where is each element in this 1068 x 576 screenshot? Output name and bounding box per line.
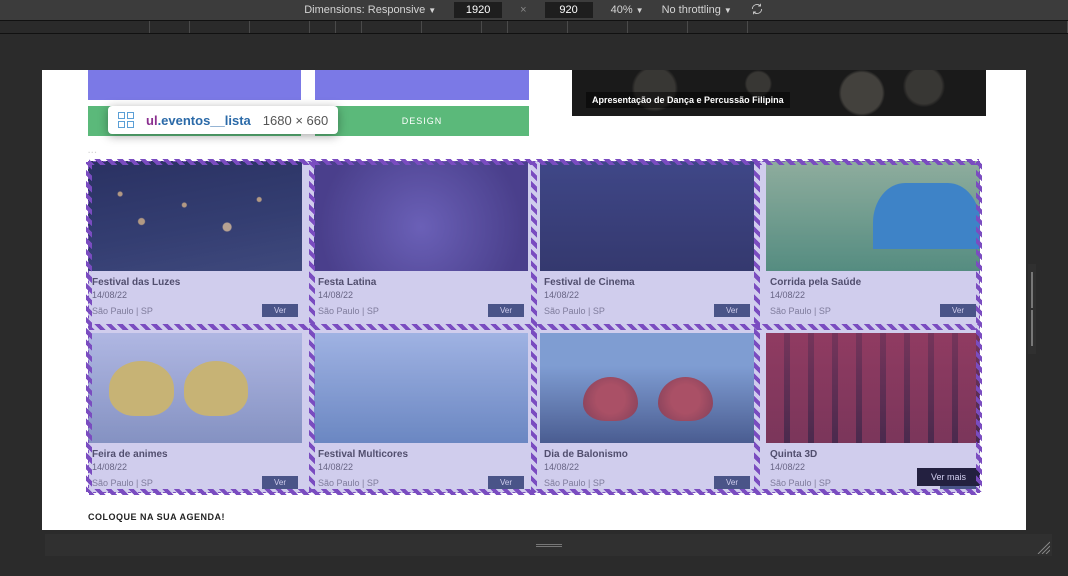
event-thumb [88, 161, 302, 271]
viewport-resize-handle-corner[interactable] [1036, 540, 1050, 554]
ver-button[interactable]: Ver [714, 304, 750, 317]
ver-mais-button[interactable]: Ver mais [917, 468, 980, 486]
event-card[interactable]: Festival de Cinema 14/08/22 São Paulo | S… [540, 161, 754, 321]
zoom-dropdown[interactable]: 40%▼ [611, 4, 644, 16]
event-date: 14/08/22 [92, 290, 127, 300]
ver-button[interactable]: Ver [940, 304, 976, 317]
event-card[interactable]: Corrida pela Saúde 14/08/22 São Paulo | S… [766, 161, 980, 321]
section-title: ··· [42, 142, 1026, 161]
ver-button[interactable]: Ver [262, 476, 298, 489]
event-title: Festival de Cinema [544, 277, 750, 288]
event-date: 14/08/22 [318, 290, 353, 300]
event-title: Festival das Luzes [92, 277, 298, 288]
viewport-resize-handle-bottom[interactable] [45, 534, 1052, 556]
category-design-button[interactable]: DESIGN [315, 106, 528, 136]
event-thumb [314, 333, 528, 443]
event-thumb [88, 333, 302, 443]
chevron-down-icon: ▼ [724, 6, 732, 15]
hero-banner[interactable]: Apresentação de Dança e Percussão Filipi… [572, 70, 986, 116]
event-thumb [314, 161, 528, 271]
category-button[interactable] [315, 70, 528, 100]
dimensions-dropdown[interactable]: Dimensions: Responsive▼ [304, 4, 436, 16]
rotate-icon[interactable] [750, 2, 764, 19]
hero-caption: Apresentação de Dança e Percussão Filipi… [586, 92, 790, 108]
viewport-height-input[interactable] [545, 2, 593, 18]
element-inspect-tooltip: ul.eventos__lista 1680 × 660 [108, 106, 338, 134]
event-location: São Paulo | SP [770, 478, 831, 488]
ver-button[interactable]: Ver [262, 304, 298, 317]
ver-button[interactable]: Ver [488, 476, 524, 489]
event-location: São Paulo | SP [770, 306, 831, 316]
event-location: São Paulo | SP [92, 478, 153, 488]
chevron-down-icon: ▼ [636, 6, 644, 15]
grid-icon [118, 112, 134, 128]
tooltip-selector: ul.eventos__lista [146, 113, 251, 128]
category-button[interactable] [88, 70, 301, 100]
event-title: Festival Multicores [318, 449, 524, 460]
event-location: São Paulo | SP [318, 478, 379, 488]
throttling-dropdown[interactable]: No throttling▼ [662, 4, 732, 16]
event-date: 14/08/22 [544, 290, 579, 300]
times-label: × [520, 4, 526, 16]
devtools-device-toolbar: Dimensions: Responsive▼ × 40%▼ No thrott… [0, 0, 1068, 20]
ver-button[interactable]: Ver [714, 476, 750, 489]
ver-button[interactable]: Ver [488, 304, 524, 317]
event-thumb [540, 161, 754, 271]
event-card[interactable]: Festival das Luzes 14/08/22 São Paulo | S… [88, 161, 302, 321]
viewport-width-input[interactable] [454, 2, 502, 18]
event-location: São Paulo | SP [544, 306, 605, 316]
event-thumb [766, 161, 980, 271]
event-date: 14/08/22 [318, 462, 353, 472]
agenda-heading: COLOQUE NA SUA AGENDA! [88, 512, 225, 522]
event-title: Dia de Balonismo [544, 449, 750, 460]
devtools-ruler [0, 20, 1068, 34]
event-title: Quinta 3D [770, 449, 976, 460]
page-content: Apresentação de Dança e Percussão Filipi… [42, 70, 1026, 530]
event-location: São Paulo | SP [92, 306, 153, 316]
event-location: São Paulo | SP [318, 306, 379, 316]
event-title: Corrida pela Saúde [770, 277, 976, 288]
event-title: Festa Latina [318, 277, 524, 288]
event-date: 14/08/22 [770, 290, 805, 300]
event-card[interactable]: Feira de animes 14/08/22 São Paulo | SP Ve… [88, 333, 302, 493]
event-card[interactable]: Festa Latina 14/08/22 São Paulo | SP Ver [314, 161, 528, 321]
event-date: 14/08/22 [770, 462, 805, 472]
event-date: 14/08/22 [92, 462, 127, 472]
event-thumb [540, 333, 754, 443]
event-thumb [766, 333, 980, 443]
event-card[interactable]: Festival Multicores 14/08/22 São Paulo | … [314, 333, 528, 493]
event-date: 14/08/22 [544, 462, 579, 472]
viewport-resize-handle-right[interactable] [1028, 264, 1036, 354]
chevron-down-icon: ▼ [428, 6, 436, 15]
event-card[interactable]: Dia de Balonismo 14/08/22 São Paulo | SP V… [540, 333, 754, 493]
event-location: São Paulo | SP [544, 478, 605, 488]
eventos-lista: Festival das Luzes 14/08/22 São Paulo | S… [88, 161, 980, 493]
tooltip-dimensions: 1680 × 660 [263, 113, 328, 128]
event-title: Feira de animes [92, 449, 298, 460]
